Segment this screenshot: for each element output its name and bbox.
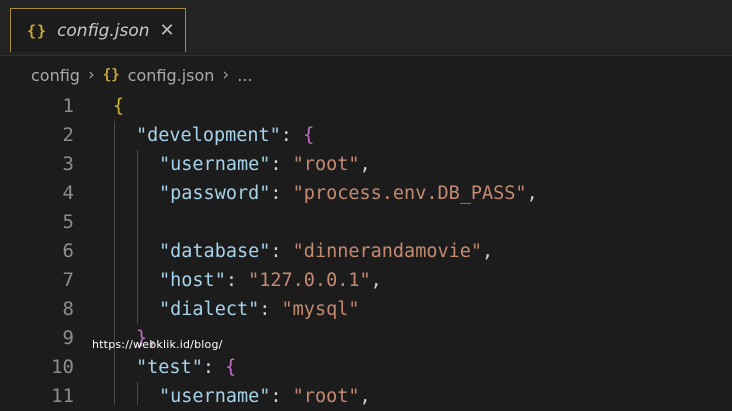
code-line[interactable]: 1{ xyxy=(0,92,732,121)
code-token: { xyxy=(113,96,125,117)
code-token: "username" xyxy=(159,154,271,175)
code-token: : xyxy=(270,241,293,262)
code-token: "database" xyxy=(159,241,271,262)
code-token: : xyxy=(270,154,293,175)
code-editor[interactable]: 1{2 "development": {3 "username": "root", 4… xyxy=(0,92,732,407)
code-line[interactable]: 5 xyxy=(0,208,732,237)
line-number: 4 xyxy=(62,182,74,204)
code-token: : xyxy=(202,357,226,378)
code-text: "dialect": "mysql" xyxy=(159,295,360,324)
line-number: 5 xyxy=(62,211,74,233)
code-token: "password" xyxy=(159,183,271,204)
code-token: , xyxy=(526,183,538,204)
close-icon[interactable]: ✕ xyxy=(160,20,175,41)
code-token: { xyxy=(225,357,237,378)
line-number: 3 xyxy=(62,153,74,175)
code-token: "127.0.0.1" xyxy=(248,270,371,291)
code-line[interactable]: 4 "password": "process.env.DB_PASS", xyxy=(0,179,732,208)
code-token: "dialect" xyxy=(159,299,260,320)
code-token: : xyxy=(270,183,293,204)
code-text: "development": { xyxy=(136,121,314,150)
code-text: "username": "root", xyxy=(159,150,371,179)
tab-config-json[interactable]: {} config.json ✕ xyxy=(10,8,186,52)
code-text: "database": "dinnerandamovie", xyxy=(159,237,493,266)
code-token: "test" xyxy=(136,357,203,378)
tab-label: config.json xyxy=(57,20,150,41)
json-braces-icon: {} xyxy=(102,67,120,83)
breadcrumb-file[interactable]: config.json xyxy=(128,66,215,85)
code-token: "username" xyxy=(159,386,271,407)
code-line[interactable]: 11 "username": "root", xyxy=(0,382,732,411)
watermark-url: https://webklik.id/blog/ xyxy=(92,338,223,351)
line-number: 11 xyxy=(51,385,74,407)
code-token: "root" xyxy=(292,154,360,175)
code-line[interactable]: 8 "dialect": "mysql" xyxy=(0,295,732,324)
code-token: : xyxy=(259,299,282,320)
breadcrumb-more[interactable]: ... xyxy=(237,66,252,85)
tab-bar: {} config.json ✕ xyxy=(0,0,732,56)
json-braces-icon: {} xyxy=(27,21,48,40)
code-text: "username": "root", xyxy=(159,382,371,411)
code-token: { xyxy=(303,125,315,146)
code-token: "root" xyxy=(292,386,360,407)
code-token: "mysql" xyxy=(281,299,360,320)
code-token: : xyxy=(270,386,293,407)
code-token: "dinnerandamovie" xyxy=(292,241,483,262)
code-token: , xyxy=(359,386,371,407)
code-line[interactable]: 10 "test": { xyxy=(0,353,732,382)
breadcrumb-folder[interactable]: config xyxy=(31,66,80,85)
code-text: { xyxy=(113,92,124,121)
code-token: , xyxy=(370,270,382,291)
code-token: "development" xyxy=(136,125,281,146)
line-number: 9 xyxy=(62,327,74,349)
code-token: "process.env.DB_PASS" xyxy=(292,183,527,204)
line-number: 2 xyxy=(62,124,74,146)
line-number: 7 xyxy=(62,269,74,291)
code-token: , xyxy=(482,241,494,262)
line-number: 6 xyxy=(62,240,74,262)
chevron-right-icon: › xyxy=(222,65,230,85)
code-token: : xyxy=(280,125,304,146)
code-token: "host" xyxy=(159,270,226,291)
line-number: 8 xyxy=(62,298,74,320)
code-text: "test": { xyxy=(136,353,236,382)
code-text: "password": "process.env.DB_PASS", xyxy=(159,179,538,208)
line-number: 10 xyxy=(51,356,74,378)
code-line[interactable]: 7 "host": "127.0.0.1", xyxy=(0,266,732,295)
code-line[interactable]: 6 "database": "dinnerandamovie", xyxy=(0,237,732,266)
line-number: 1 xyxy=(62,95,74,117)
code-line[interactable]: 3 "username": "root", xyxy=(0,150,732,179)
code-text: "host": "127.0.0.1", xyxy=(159,266,382,295)
chevron-right-icon: › xyxy=(87,65,95,85)
breadcrumb: config › {} config.json › ... xyxy=(0,58,732,92)
code-token: : xyxy=(225,270,249,291)
code-token: , xyxy=(359,154,371,175)
code-line[interactable]: 2 "development": { xyxy=(0,121,732,150)
